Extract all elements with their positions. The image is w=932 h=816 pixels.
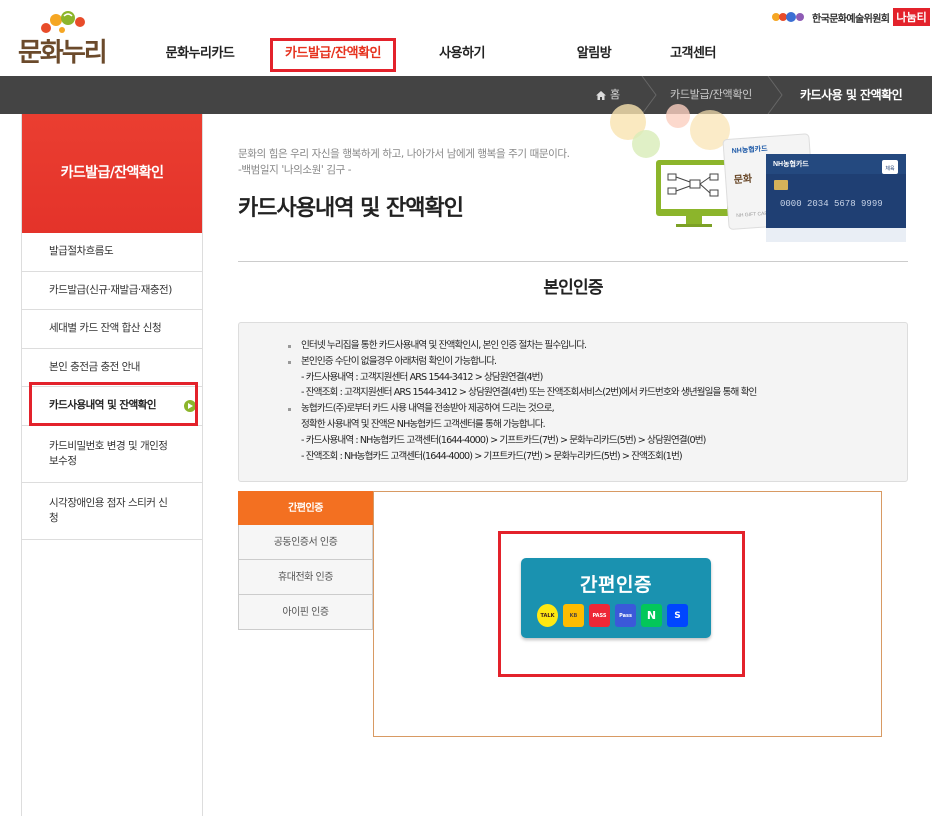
partner-logo[interactable]: 한국문화예술위원회 나눔티 xyxy=(772,8,930,26)
info-line: 정확한 사용내역 및 잔액은 NH농협카드 고객센터를 통해 가능합니다. xyxy=(301,418,546,430)
tab-ipin-auth[interactable]: 아이핀 인증 xyxy=(238,595,373,630)
nav-customer-center[interactable]: 고객센터 xyxy=(660,38,726,72)
card-number: 0000 2034 5678 9999 xyxy=(780,199,883,209)
sidebar-item-braille-sticker[interactable]: 시각장애인용 점자 스티커 신청 xyxy=(22,483,202,540)
nav-notice[interactable]: 알림방 xyxy=(528,38,660,72)
info-line: 본인인증 수단이 없을경우 아래처럼 확인이 가능합니다. xyxy=(287,354,887,370)
section-title: 본인인증 xyxy=(543,278,603,298)
nav-card-issue-balance[interactable]: 카드발급/잔액확인 xyxy=(270,38,396,72)
info-line: 농협카드(주)로부터 카드 사용 내역을 전송받아 제공하여 드리는 것으로, xyxy=(287,401,887,417)
sidebar-item-label: 세대별 카드 잔액 합산 신청 xyxy=(49,322,162,335)
site-logo[interactable]: 문화누리 xyxy=(18,10,113,68)
sidebar-item-label: 카드비밀번호 변경 및 개인정보수정 xyxy=(49,439,168,467)
sidebar-item-label: 발급절차흐름도 xyxy=(49,245,114,258)
header: 문화누리 문화누리카드 카드발급/잔액확인 사용하기 알림방 고객센터 한국문화… xyxy=(0,0,932,76)
svg-text:체육: 체육 xyxy=(885,165,895,172)
page-title: 카드사용내역 및 잔액확인 xyxy=(238,196,464,221)
sidebar-item-password-change[interactable]: 카드비밀번호 변경 및 개인정보수정 xyxy=(22,426,202,483)
sidebar-item-card-issue[interactable]: 카드발급(신규·재발급·재충전) xyxy=(22,272,202,310)
tab-simple-auth[interactable]: 간편인증 xyxy=(238,491,373,525)
sidebar-item-label: 본인 충전금 충전 안내 xyxy=(49,360,140,373)
quote-author: -백범일지 '나의소원' 김구 - xyxy=(238,164,352,176)
nav-culture-card[interactable]: 문화누리카드 xyxy=(130,38,270,72)
svg-text:문화: 문화 xyxy=(733,173,753,186)
card-illustration-icon: NH농협카드 문화 NH GIFT CARD NH농협카드 체육 0000 20… xyxy=(610,104,906,242)
home-icon xyxy=(596,90,606,100)
sidebar-item-household-balance[interactable]: 세대별 카드 잔액 합산 신청 xyxy=(22,310,202,349)
main-nav: 문화누리카드 카드발급/잔액확인 사용하기 알림방 고객센터 xyxy=(130,38,726,72)
sidebar: 카드발급/잔액확인 발급절차흐름도 카드발급(신규·재발급·재충전) 세대별 카… xyxy=(21,114,203,816)
logo-emblem-icon xyxy=(41,11,85,33)
info-box: 인터넷 누리집을 통한 카드사용내역 및 잔액확인시, 본인 인증 절차는 필수… xyxy=(238,322,908,482)
info-line: - 카드사용내역 : NH농협카드 고객센터(1644-4000) > 기프트카… xyxy=(301,434,706,446)
nav-usage[interactable]: 사용하기 xyxy=(396,38,528,72)
quote: 문화의 힘은 우리 자신을 행복하게 하고, 나아가서 남에게 행복을 주기 때… xyxy=(238,146,570,178)
sidebar-item-label: 카드발급(신규·재발급·재충전) xyxy=(49,283,172,296)
partner-name: 한국문화예술위원회 xyxy=(812,13,890,25)
card-brand: NH농협카드 xyxy=(773,159,809,168)
sidebar-title: 카드발급/잔액확인 xyxy=(22,114,202,233)
section-divider xyxy=(238,261,908,262)
info-line: - 카드사용내역 : 고객지원센터 ARS 1544-3412 > 상담원연결(… xyxy=(301,371,543,383)
info-line: - 잔액조회 : NH농협카드 고객센터(1644-4000) > 기프트카드(… xyxy=(301,450,683,462)
hero-illustration: NH농협카드 문화 NH GIFT CARD NH농협카드 체육 0000 20… xyxy=(598,102,910,246)
auth-tabs: 간편인증 공동인증서 인증 휴대전화 인증 아이핀 인증 xyxy=(238,491,373,630)
tab-phone-auth[interactable]: 휴대전화 인증 xyxy=(238,560,373,595)
partner-dots-icon xyxy=(772,10,808,24)
logo-text: 문화누리 xyxy=(18,38,108,68)
info-line: - 잔액조회 : 고객지원센터 ARS 1544-3412 > 상담원연결(4번… xyxy=(301,387,757,399)
tab-certificate-auth[interactable]: 공동인증서 인증 xyxy=(238,525,373,560)
sidebar-highlight-box xyxy=(29,382,198,426)
info-line: 인터넷 누리집을 통한 카드사용내역 및 잔액확인시, 본인 인증 절차는 필수… xyxy=(287,338,887,354)
sidebar-item-label: 시각장애인용 점자 스티커 신청 xyxy=(49,496,168,524)
simple-auth-highlight-box xyxy=(498,531,745,677)
quote-line: 문화의 힘은 우리 자신을 행복하게 하고, 나아가서 남에게 행복을 주기 때… xyxy=(238,148,570,160)
partner-brand: 나눔티 xyxy=(893,8,930,26)
sidebar-item-issue-flow[interactable]: 발급절차흐름도 xyxy=(22,233,202,272)
